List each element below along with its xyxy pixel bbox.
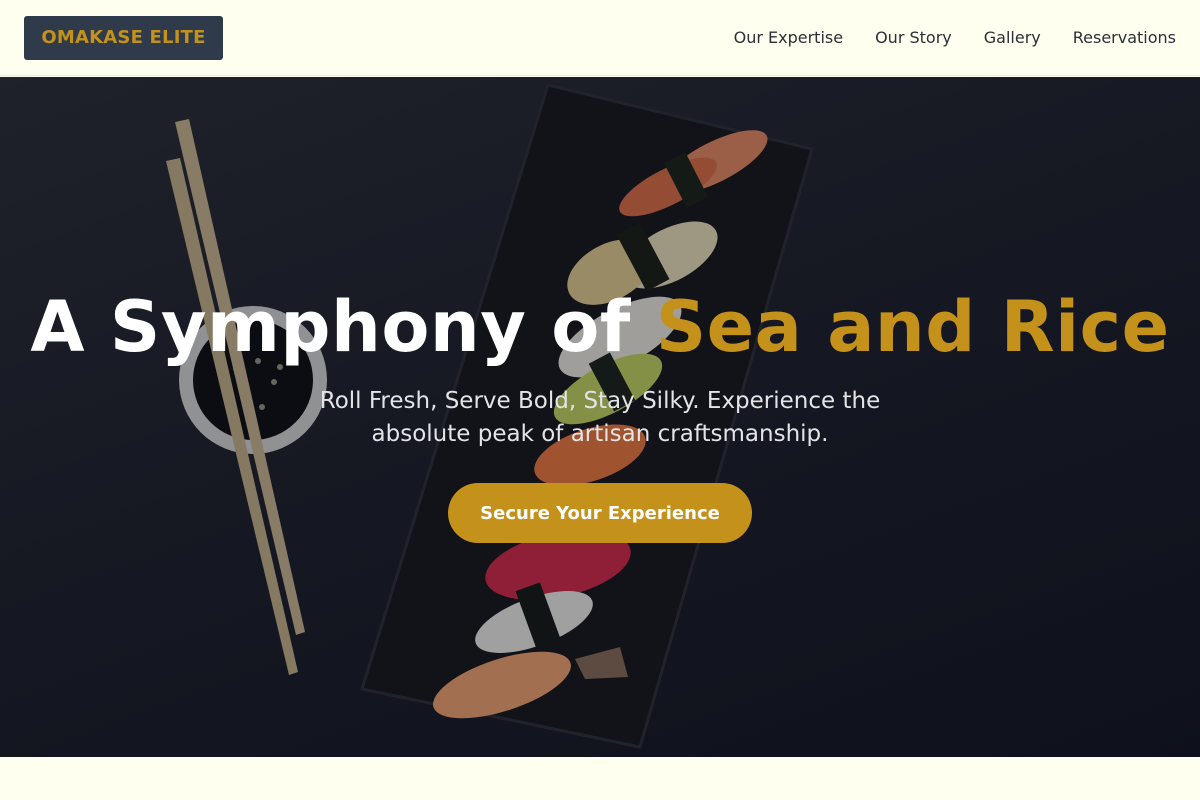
brand-logo[interactable]: OMAKASE ELITE bbox=[24, 15, 223, 60]
hero-title-accent: Sea and Rice bbox=[655, 286, 1170, 368]
nav-link-gallery[interactable]: Gallery bbox=[984, 28, 1041, 47]
hero-section: A Symphony of Sea and Rice Roll Fresh, S… bbox=[0, 77, 1200, 757]
nav-link-our-expertise[interactable]: Our Expertise bbox=[734, 28, 843, 47]
page-bottom-strip bbox=[0, 757, 1200, 800]
site-header: OMAKASE ELITE Our Expertise Our Story Ga… bbox=[0, 0, 1200, 76]
hero-content: A Symphony of Sea and Rice Roll Fresh, S… bbox=[0, 77, 1200, 757]
main-nav: Our Expertise Our Story Gallery Reservat… bbox=[734, 28, 1176, 47]
nav-link-reservations[interactable]: Reservations bbox=[1073, 28, 1176, 47]
hero-subtitle: Roll Fresh, Serve Bold, Stay Silky. Expe… bbox=[319, 388, 881, 447]
hero-title-lead: A Symphony of bbox=[30, 286, 631, 368]
nav-link-our-story[interactable]: Our Story bbox=[875, 28, 952, 47]
hero-title: A Symphony of Sea and Rice bbox=[0, 285, 1200, 369]
secure-experience-button[interactable]: Secure Your Experience bbox=[448, 483, 752, 543]
